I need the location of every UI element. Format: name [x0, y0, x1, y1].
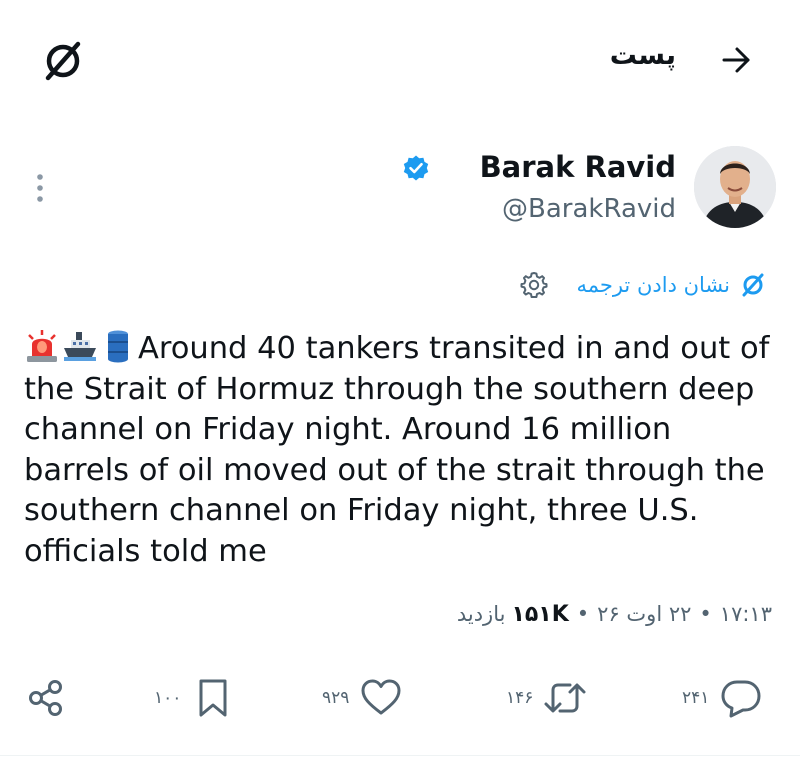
author-handle[interactable]: @BarakRavid [502, 194, 676, 224]
author-avatar[interactable] [694, 146, 776, 228]
reply-icon [721, 680, 761, 718]
gear-icon[interactable] [520, 271, 548, 299]
share-icon [29, 680, 62, 716]
action-bar: ۱۰۰ ۹۲۹ ۱۴۶ ۲۴۱ [0, 670, 800, 726]
oil-drum-emoji [108, 330, 128, 363]
tweet-date[interactable]: ۲۲ اوت ۲۶ [597, 602, 691, 626]
heart-icon [361, 679, 401, 715]
like-button[interactable]: ۹۲۹ [322, 670, 403, 726]
avatar-photo [694, 146, 776, 228]
share-button[interactable] [24, 670, 68, 726]
tweet-body: Around 40 tankers transited in and out o… [24, 331, 770, 569]
reply-button[interactable]: ۲۴۱ [682, 670, 763, 726]
repost-count: ۱۴۶ [506, 688, 534, 708]
show-translation-link[interactable]: نشان دادن ترجمه [576, 273, 730, 297]
slashed-circle-logo-icon[interactable] [40, 38, 86, 84]
tweet-text: Around 40 tankers transited in and out o… [24, 328, 784, 572]
bookmark-icon [199, 679, 227, 717]
bookmark-button[interactable]: ۱۰۰ [154, 670, 235, 726]
views-label: بازدید [456, 602, 506, 626]
more-options-icon[interactable] [34, 172, 46, 204]
tweet-time[interactable]: ۱۷:۱۳ [720, 602, 772, 626]
meta-separator: • [699, 602, 712, 626]
ship-emoji [64, 332, 96, 361]
meta-separator: • [576, 602, 590, 626]
repost-icon [544, 683, 586, 713]
repost-button[interactable]: ۱۴۶ [506, 670, 587, 726]
top-bar: پست [0, 0, 800, 118]
rotating-light-emoji [27, 330, 57, 362]
author-name[interactable]: Barak Ravid [480, 150, 676, 184]
like-count: ۹۲۹ [322, 688, 350, 708]
bookmark-count: ۱۰۰ [154, 688, 182, 708]
verified-badge-icon [403, 155, 429, 181]
page-title: پست [609, 40, 676, 71]
divider [0, 755, 800, 756]
reply-count: ۲۴۱ [682, 688, 710, 708]
translate-logo-icon [742, 273, 764, 297]
views-count: ۱۵۱K [511, 601, 569, 627]
tweet-meta: ۱۷:۱۳ • ۲۲ اوت ۲۶ • ۱۵۱K بازدید [457, 596, 772, 632]
translate-row: نشان دادن ترجمه [520, 268, 766, 302]
back-arrow-icon[interactable] [720, 44, 752, 76]
